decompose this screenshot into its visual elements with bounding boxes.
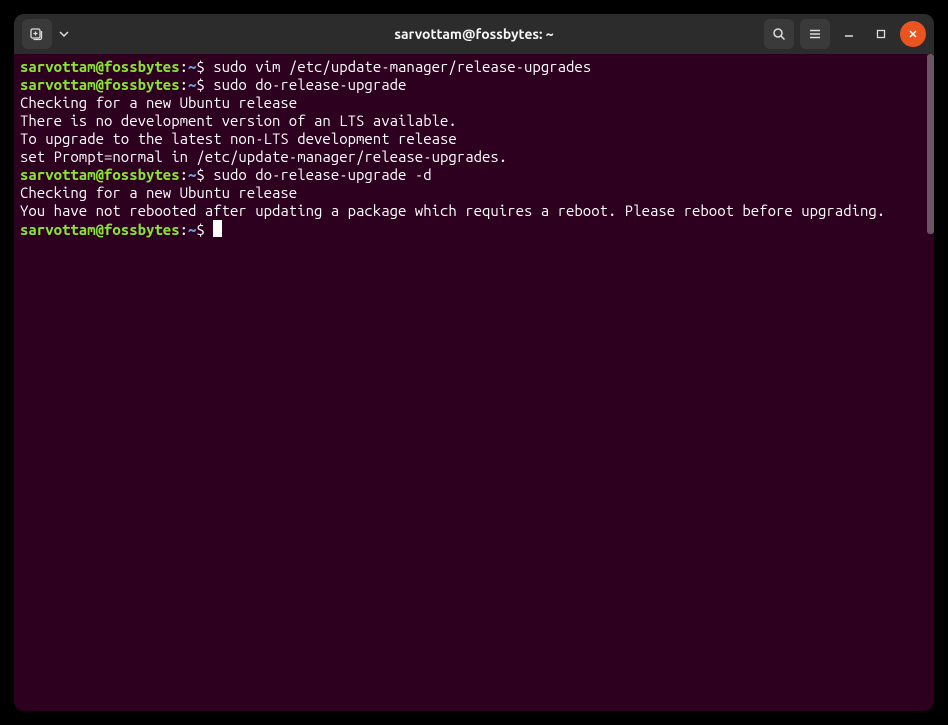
command-text: sudo do-release-upgrade — [213, 76, 406, 93]
prompt-colon: : — [180, 76, 188, 93]
prompt-dollar: $ — [196, 166, 213, 183]
search-button[interactable] — [764, 19, 794, 49]
maximize-button[interactable] — [868, 21, 894, 47]
prompt-user-host: sarvottam@fossbytes — [20, 58, 180, 75]
terminal-line: Checking for a new Ubuntu release — [20, 184, 928, 202]
prompt-colon: : — [180, 166, 188, 183]
output-text: set Prompt=normal in /etc/update-manager… — [20, 148, 507, 165]
command-text: sudo vim /etc/update-manager/release-upg… — [213, 58, 591, 75]
prompt-colon: : — [180, 221, 188, 238]
terminal-line: sarvottam@fossbytes:~$ sudo vim /etc/upd… — [20, 58, 928, 76]
terminal-line: set Prompt=normal in /etc/update-manager… — [20, 148, 928, 166]
prompt-dollar: $ — [196, 58, 213, 75]
output-text: Checking for a new Ubuntu release — [20, 184, 297, 201]
new-tab-button[interactable] — [22, 19, 52, 49]
command-text: sudo do-release-upgrade -d — [213, 166, 431, 183]
titlebar-left — [22, 19, 70, 49]
prompt-user-host: sarvottam@fossbytes — [20, 76, 180, 93]
output-text: You have not rebooted after updating a p… — [20, 202, 885, 219]
new-tab-icon — [29, 26, 45, 42]
minimize-button[interactable] — [836, 21, 862, 47]
terminal-body[interactable]: sarvottam@fossbytes:~$ sudo vim /etc/upd… — [14, 54, 934, 711]
titlebar: sarvottam@fossbytes: ~ — [14, 14, 934, 54]
close-icon — [908, 29, 918, 39]
terminal-window: sarvottam@fossbytes: ~ — [14, 14, 934, 711]
prompt-user-host: sarvottam@fossbytes — [20, 166, 180, 183]
search-icon — [771, 26, 787, 42]
hamburger-icon — [807, 26, 823, 42]
titlebar-right — [764, 19, 926, 49]
maximize-icon — [876, 29, 886, 39]
prompt-dollar: $ — [196, 221, 213, 238]
terminal-line: You have not rebooted after updating a p… — [20, 202, 928, 220]
scrollbar-thumb[interactable] — [927, 54, 934, 234]
output-text: To upgrade to the latest non-LTS develop… — [20, 130, 465, 147]
terminal-line: To upgrade to the latest non-LTS develop… — [20, 130, 928, 148]
prompt-user-host: sarvottam@fossbytes — [20, 221, 180, 238]
output-text: Checking for a new Ubuntu release — [20, 94, 297, 111]
minimize-icon — [844, 29, 854, 39]
terminal-line: sarvottam@fossbytes:~$ sudo do-release-u… — [20, 76, 928, 94]
close-button[interactable] — [900, 21, 926, 47]
output-text: There is no development version of an LT… — [20, 112, 457, 129]
dropdown-icon[interactable] — [58, 28, 70, 40]
terminal-line: sarvottam@fossbytes:~$ sudo do-release-u… — [20, 166, 928, 184]
menu-button[interactable] — [800, 19, 830, 49]
terminal-line: Checking for a new Ubuntu release — [20, 94, 928, 112]
terminal-line: There is no development version of an LT… — [20, 112, 928, 130]
prompt-colon: : — [180, 58, 188, 75]
cursor — [213, 220, 222, 237]
prompt-dollar: $ — [196, 76, 213, 93]
terminal-line: sarvottam@fossbytes:~$ — [20, 220, 928, 239]
window-title: sarvottam@fossbytes: ~ — [394, 26, 553, 42]
